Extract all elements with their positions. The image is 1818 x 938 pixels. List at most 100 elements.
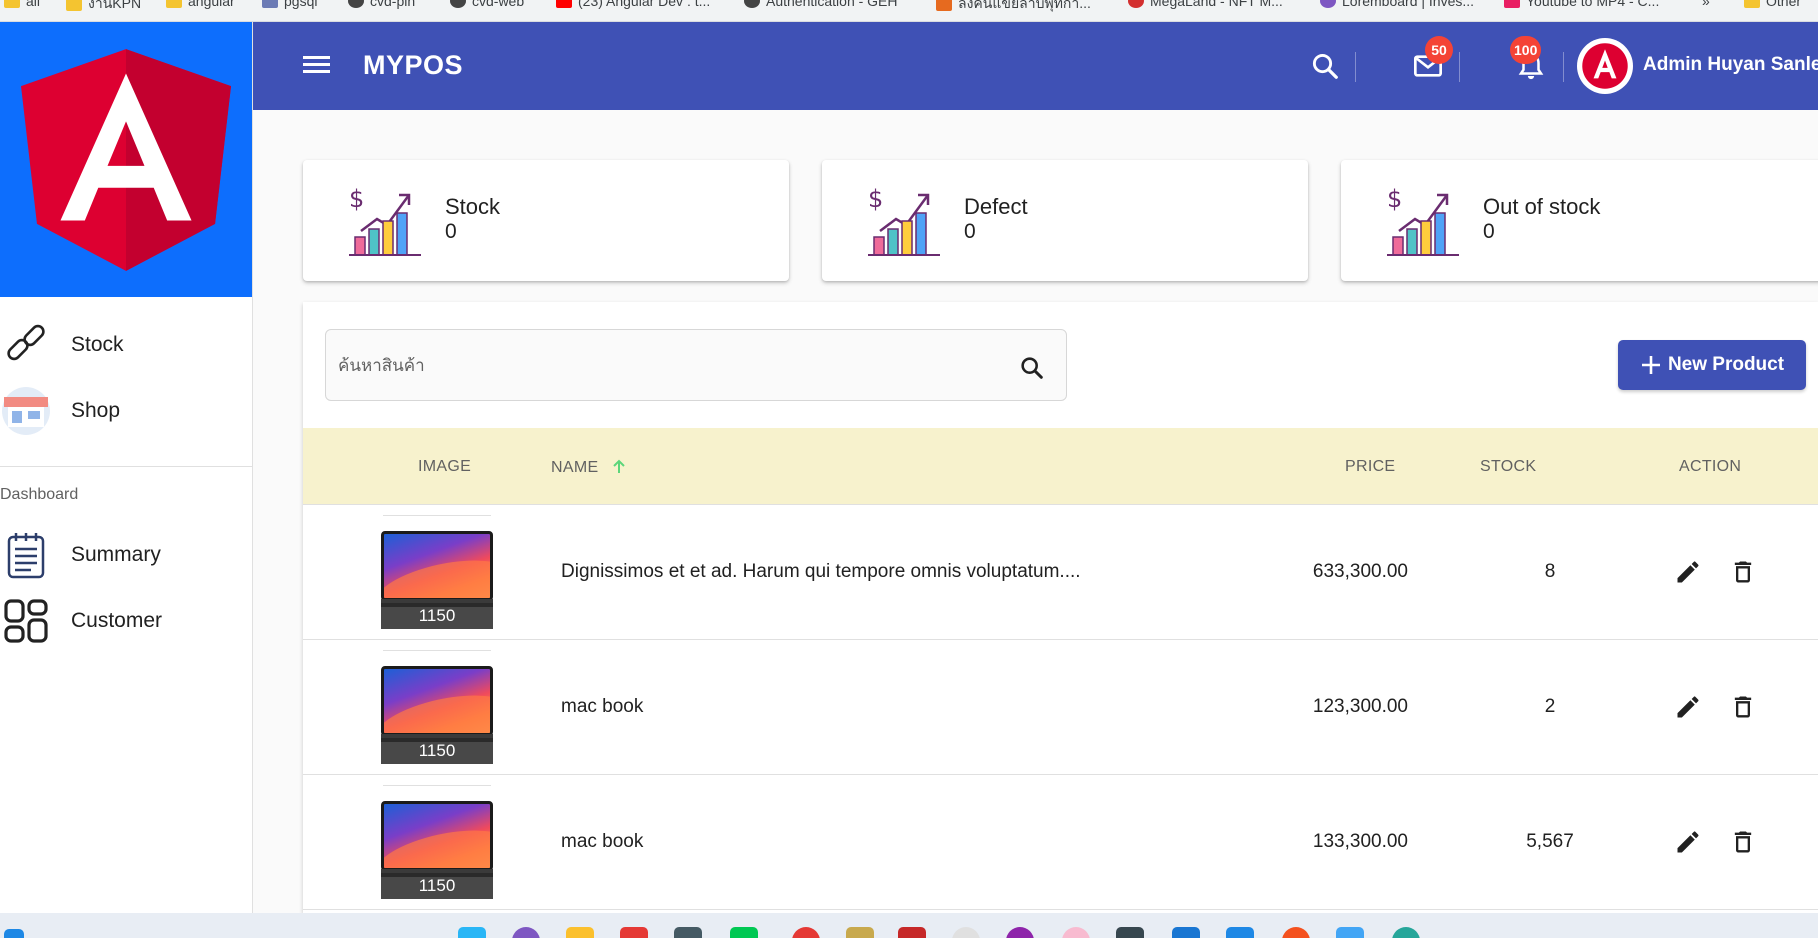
app-icon[interactable] (898, 927, 926, 938)
stat-value: 0 (445, 220, 457, 243)
search-input[interactable] (338, 352, 988, 380)
sidebar-item-label: Stock (71, 333, 124, 356)
database-icon (262, 0, 278, 8)
bookmark-item[interactable]: MegaLand - NFT M... (1128, 0, 1283, 9)
line-icon[interactable] (730, 927, 758, 938)
column-header-action: ACTION (1679, 458, 1742, 475)
site-icon (1504, 0, 1520, 8)
app-icon[interactable] (952, 927, 980, 938)
youtube-icon (556, 0, 572, 8)
chart-growth-icon: $ (349, 185, 421, 256)
app-title: MYPOS (363, 50, 464, 80)
edit-icon[interactable] (1671, 555, 1705, 589)
os-taskbar (0, 913, 1818, 938)
site-icon (936, 0, 952, 11)
app-toolbar: MYPOS 50 100 Admin Huyan Sanlee (253, 22, 1818, 110)
notepad-icon[interactable] (1336, 927, 1364, 938)
bookmark-item[interactable]: Youtube to MP4 - C... (1504, 0, 1659, 9)
bookmark-item[interactable]: Loremboard | Inves... (1320, 0, 1474, 9)
bookmark-item[interactable]: cvd-pin (348, 0, 415, 9)
new-product-button[interactable]: New Product (1618, 340, 1806, 390)
column-header-name[interactable]: NAME (551, 458, 627, 477)
sidebar-item-stock[interactable]: Stock (0, 315, 252, 375)
globe-icon[interactable] (1392, 927, 1420, 938)
bookmark-item[interactable]: pgsql (262, 0, 317, 9)
app-icon[interactable] (792, 927, 820, 938)
search-icon[interactable] (1018, 354, 1046, 382)
mail-badge: 50 (1425, 36, 1453, 64)
toolbar-divider (1355, 52, 1356, 82)
delete-icon[interactable] (1726, 825, 1760, 859)
bookmark-item[interactable]: Other (1744, 0, 1801, 9)
folder-icon[interactable] (566, 927, 594, 938)
bookmark-item[interactable]: ลงคนแขยลาบพุทกา... (936, 0, 1091, 15)
bookmark-item[interactable]: cvd-web (450, 0, 524, 9)
product-image-label: 1150 (381, 738, 493, 764)
delete-icon[interactable] (1726, 555, 1760, 589)
app-icon[interactable] (1006, 927, 1034, 938)
sidebar-item-shop[interactable]: Shop (0, 381, 252, 441)
notepad-icon (2, 531, 50, 579)
product-price: 133,300.00 (1312, 831, 1408, 852)
svg-text:$: $ (349, 185, 364, 213)
stat-card-stock: $ Stock 0 (303, 160, 789, 281)
shop-icon (2, 387, 50, 435)
product-image: 1150 (381, 785, 493, 900)
folder-icon (1744, 0, 1760, 8)
product-image-label: 1150 (381, 603, 493, 629)
table-row: 1150 mac book 123,300.00 2 (303, 640, 1818, 775)
stat-title: Out of stock (1483, 194, 1601, 219)
column-header-image: IMAGE (418, 458, 472, 475)
menu-icon[interactable] (303, 52, 331, 80)
chart-growth-icon: $ (1387, 185, 1459, 256)
edit-icon[interactable] (1671, 825, 1705, 859)
terminal-icon[interactable] (1116, 927, 1144, 938)
app-icon[interactable] (1062, 927, 1090, 938)
bookmark-item[interactable]: Authentication - GEH (744, 0, 898, 9)
dashboard-grid-icon (2, 597, 50, 645)
product-stock: 8 (1544, 561, 1556, 582)
vscode-icon[interactable] (1226, 927, 1254, 938)
bookmark-item[interactable]: (23) Angular Dev : t... (556, 0, 710, 9)
column-header-stock: STOCK (1480, 458, 1537, 475)
sidebar-item-summary[interactable]: Summary (0, 525, 252, 585)
sidebar-item-label: Customer (71, 609, 163, 632)
bookmarks-overflow[interactable]: » (1702, 0, 1710, 9)
avatar[interactable] (1577, 38, 1633, 94)
toolbar-divider (1563, 52, 1564, 82)
app-icon[interactable] (1282, 927, 1310, 938)
product-panel: New Product IMAGE NAME PRICE STOCK ACTIO… (303, 302, 1818, 913)
product-image: 1150 (381, 515, 493, 630)
table-header: IMAGE NAME PRICE STOCK ACTION (303, 428, 1818, 505)
sidebar-divider (0, 466, 252, 467)
product-stock: 2 (1544, 696, 1556, 717)
product-image: 1150 (381, 650, 493, 765)
stat-title: Stock (445, 194, 501, 219)
app-icon[interactable] (1172, 927, 1200, 938)
sidebar: Stock Shop Dashboard Summary Customer (0, 22, 253, 913)
delete-icon[interactable] (1726, 690, 1760, 724)
sidebar-item-customer[interactable]: Customer (0, 591, 252, 651)
app-icon[interactable] (458, 927, 486, 938)
app-icon[interactable] (846, 927, 874, 938)
windows-start-icon[interactable] (4, 929, 24, 938)
notification-badge: 100 (1510, 36, 1542, 64)
site-icon (1320, 0, 1336, 8)
bookmark-item[interactable]: all (4, 0, 40, 9)
user-name[interactable]: Admin Huyan Sanlee (1643, 54, 1818, 76)
app-icon[interactable] (512, 927, 540, 938)
sidebar-item-label: Summary (71, 543, 161, 566)
product-image-label: 1150 (381, 873, 493, 899)
search-icon[interactable] (1305, 46, 1345, 86)
angular-logo-icon (1582, 43, 1628, 89)
edit-icon[interactable] (1671, 690, 1705, 724)
bookmark-item[interactable]: angular (166, 0, 235, 9)
app-icon[interactable] (674, 927, 702, 938)
product-name: mac book (561, 696, 644, 717)
bookmark-item[interactable]: งานKPN (66, 0, 141, 15)
sort-ascending-icon (613, 459, 625, 473)
globe-icon (450, 0, 466, 8)
chart-growth-icon: $ (868, 185, 940, 256)
app-icon[interactable] (620, 927, 648, 938)
stat-title: Defect (964, 194, 1028, 219)
